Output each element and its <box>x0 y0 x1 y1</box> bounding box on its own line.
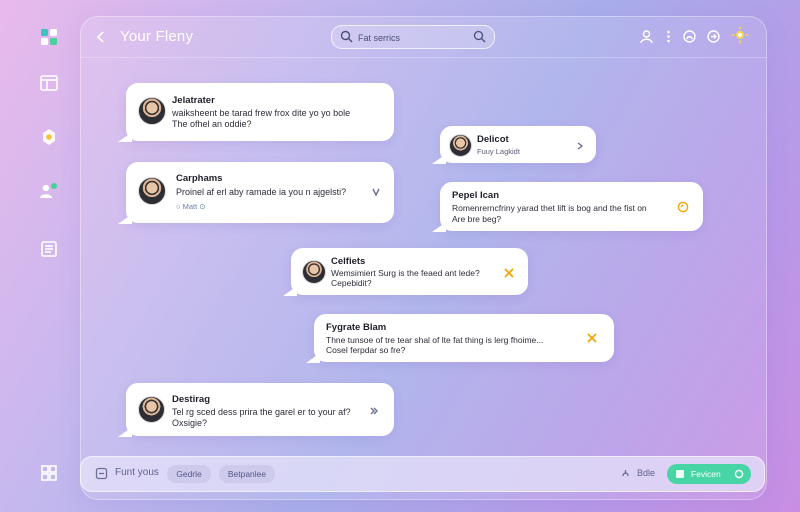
message-bubble[interactable]: Pepel Ican Romenrerncfriny yarad thet li… <box>440 182 703 231</box>
message-sender: Jelatrater <box>172 95 215 106</box>
message-input[interactable]: Funt yous <box>115 467 159 478</box>
chevron-right-icon[interactable] <box>574 139 586 151</box>
page-title: Your Fleny <box>120 28 194 45</box>
suggestion-chip[interactable]: Betpanlee <box>219 465 275 483</box>
notification-icon[interactable] <box>38 126 60 148</box>
user-icon: ○ <box>176 202 183 211</box>
send-button[interactable]: Fevicen <box>667 464 751 484</box>
edit-label[interactable]: Bdle <box>637 468 655 478</box>
avatar <box>138 177 166 205</box>
message-bubble[interactable]: Fygrate Blam Thne tunsoe of tre tear sha… <box>314 314 614 362</box>
message-sender: Destirag <box>172 394 211 405</box>
status-icon: ⊙ <box>197 202 206 211</box>
top-bar: Your Fleny <box>81 17 766 58</box>
puzzle-icon[interactable] <box>38 462 60 484</box>
document-icon[interactable] <box>38 238 60 260</box>
suggestion-chip[interactable]: Gedrle <box>167 465 211 483</box>
search-submit-icon[interactable] <box>473 30 486 43</box>
status-circle-icon[interactable] <box>677 200 689 213</box>
send-label: Fevicen <box>691 469 721 479</box>
message-text-line: Oxsigie? <box>172 418 208 428</box>
mic-icon[interactable] <box>619 467 632 480</box>
message-bubble[interactable]: Destirag Tel rg sced dess prira the gare… <box>126 383 394 436</box>
account-icon[interactable] <box>639 29 654 44</box>
dashboard-icon[interactable] <box>38 72 60 94</box>
avatar <box>138 97 166 125</box>
message-text-line: Cepebidit? <box>331 278 372 288</box>
avatar <box>138 396 165 423</box>
close-icon[interactable] <box>503 266 515 278</box>
message-meta: ○ Matt ⊙ <box>176 202 206 211</box>
chevron-right-icon[interactable] <box>368 404 380 416</box>
message-text-line: Cosel ferpdar so fre? <box>326 345 406 355</box>
search-icon <box>340 30 353 43</box>
message-sender: Delicot <box>477 134 509 145</box>
message-sender: Carphams <box>176 173 223 184</box>
app-logo-icon[interactable] <box>38 26 60 48</box>
message-text-line: Fuuy Lagkidt <box>477 147 520 156</box>
avatar <box>449 134 472 157</box>
sun-icon[interactable] <box>731 26 749 44</box>
send-square-icon <box>676 470 684 478</box>
globe-icon[interactable] <box>682 29 697 44</box>
message-meta-label: Matt <box>182 202 198 211</box>
message-sender: Fygrate Blam <box>326 322 387 333</box>
back-icon[interactable] <box>93 29 109 45</box>
message-sender: Pepel Ican <box>452 190 499 201</box>
share-icon[interactable] <box>706 29 721 44</box>
search-input[interactable] <box>356 29 470 47</box>
chevron-right-icon[interactable] <box>370 185 382 197</box>
message-bubble[interactable]: Delicot Fuuy Lagkidt <box>440 126 596 163</box>
message-bubble[interactable]: Carphams Proinel af erl aby ramade ia yo… <box>126 162 394 223</box>
close-icon[interactable] <box>586 331 598 343</box>
message-text-line: Are bre beg? <box>452 214 502 224</box>
more-icon[interactable] <box>661 29 676 44</box>
sidebar-rail <box>0 0 80 512</box>
search-bar[interactable] <box>331 25 495 49</box>
message-bubble[interactable]: Celfiets Wemsimiert Surg is the feaed an… <box>291 248 528 295</box>
attach-icon[interactable] <box>95 467 108 480</box>
send-ring-icon <box>734 469 744 479</box>
message-text-line: The ofhel an oddie? <box>172 119 252 129</box>
message-sender: Celfiets <box>331 256 366 267</box>
message-bubble[interactable]: Jelatrater waiksheent be tarad frew frox… <box>126 83 394 141</box>
message-text-line: Proinel af erl aby ramade ia you n ajgel… <box>176 187 347 197</box>
avatar <box>302 260 326 284</box>
composer-bar: Funt yous Gedrle Betpanlee Bdle Fevicen <box>80 456 765 492</box>
contacts-icon[interactable] <box>38 180 60 202</box>
